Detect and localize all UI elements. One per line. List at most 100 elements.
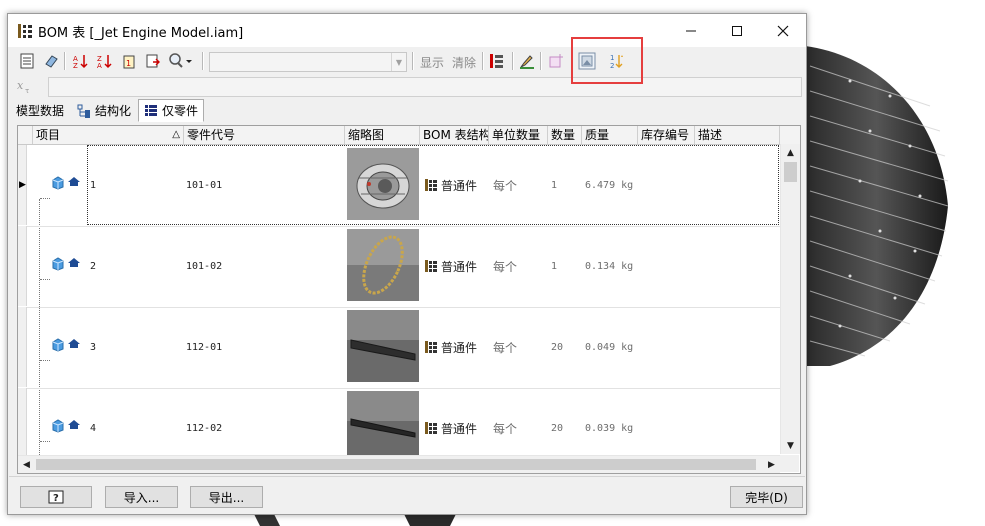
part-cube-icon	[52, 419, 64, 433]
renumber-icon: 1	[123, 55, 135, 69]
table-row[interactable]: ▶ 1 101-01 普通件 每个 1 6.479 kg	[18, 145, 780, 227]
cell-bom-structure: 普通件	[424, 307, 477, 387]
add-item-button[interactable]	[545, 50, 567, 72]
eraser-button[interactable]	[40, 50, 62, 72]
thumbnail-engine-assembly	[347, 148, 419, 220]
highlight-annotation	[571, 37, 643, 84]
sort-ascending-button[interactable]: AZ	[70, 50, 92, 72]
vertical-scroll-thumb[interactable]	[784, 162, 797, 182]
horizontal-scrollbar[interactable]: ◀ ▶	[18, 455, 780, 473]
scroll-up-arrow-icon[interactable]: ▲	[781, 144, 800, 161]
bom-grid: 项目 △ 零件代号 缩略图 BOM 表结构 单位数量 数量 质量 库存编号 描述…	[17, 125, 801, 474]
column-header-part-number[interactable]: 零件代号	[184, 126, 345, 144]
table-row[interactable]: 3 112-01 普通件 每个 20 0.049 kg	[18, 307, 780, 389]
cell-part-number: 112-01	[186, 341, 223, 353]
clear-button[interactable]: 清除	[452, 54, 476, 71]
row-selector[interactable]	[18, 226, 27, 306]
cell-item: 1	[90, 179, 97, 191]
cell-qty: 20	[551, 341, 564, 353]
help-icon: ?	[48, 490, 64, 504]
svg-text:A: A	[97, 62, 102, 69]
bom-app-icon	[18, 24, 32, 38]
help-button[interactable]: ?	[20, 486, 92, 508]
row-selector[interactable]: ▶	[18, 145, 27, 225]
horizontal-scroll-thumb[interactable]	[36, 459, 756, 470]
part-hat-icon	[68, 420, 80, 429]
vertical-scrollbar[interactable]: ▲ ▼	[780, 144, 800, 454]
close-button[interactable]	[760, 14, 806, 47]
edit-property-button[interactable]	[516, 50, 538, 72]
table-row[interactable]: 2 101-02 普通件 每个 1 0.134 kg	[18, 226, 780, 308]
bom-structure-label: 普通件	[441, 340, 478, 355]
grid-header: 项目 △ 零件代号 缩略图 BOM 表结构 单位数量 数量 质量 库存编号 描述	[18, 126, 800, 145]
column-header-description[interactable]: 描述	[695, 126, 780, 144]
show-button[interactable]: 显示	[420, 54, 444, 71]
column-header-unit-qty[interactable]: 单位数量	[489, 126, 548, 144]
column-header-stock-number[interactable]: 库存编号	[638, 126, 695, 144]
formula-field[interactable]	[48, 77, 802, 97]
part-hat-icon	[68, 177, 80, 186]
column-header-mass[interactable]: 质量	[582, 126, 638, 144]
bom-structure-label: 普通件	[441, 421, 478, 436]
part-icons	[51, 419, 81, 433]
part-cube-icon	[52, 257, 64, 271]
magnifier-icon	[169, 53, 192, 68]
column-header-qty[interactable]: 数量	[548, 126, 582, 144]
export-bom-icon	[146, 54, 160, 68]
close-icon	[777, 25, 789, 36]
bom-structure-icon	[490, 54, 503, 68]
cell-part-number: 101-02	[186, 260, 223, 272]
chevron-down-icon[interactable]: ▼	[391, 53, 406, 71]
bom-properties-button[interactable]	[16, 50, 38, 72]
column-header-bom-structure[interactable]: BOM 表结构	[420, 126, 489, 144]
scroll-right-arrow-icon[interactable]: ▶	[763, 456, 780, 473]
row-selector[interactable]	[18, 307, 27, 387]
cell-mass: 0.049 kg	[585, 341, 634, 353]
scroll-left-arrow-icon[interactable]: ◀	[18, 456, 35, 473]
normal-part-icon	[425, 422, 437, 434]
part-hat-icon	[68, 339, 80, 348]
view-combo[interactable]: ▼	[209, 52, 407, 72]
bom-properties-icon	[20, 53, 34, 69]
scroll-down-arrow-icon[interactable]: ▼	[781, 437, 800, 454]
sort-descending-icon: ZA	[97, 55, 112, 69]
header-row-selector	[18, 126, 33, 144]
background-model-render	[805, 46, 949, 366]
svg-text:τ: τ	[25, 87, 29, 95]
tab-model-data[interactable]: 模型数据	[10, 100, 70, 121]
part-cube-icon	[52, 338, 64, 352]
column-header-item[interactable]: 项目 △	[33, 126, 184, 144]
bom-dialog: BOM 表 [_Jet Engine Model.iam] AZ ZA 1 ▼ …	[7, 13, 807, 515]
title-bar[interactable]: BOM 表 [_Jet Engine Model.iam]	[8, 14, 806, 47]
cell-mass: 0.134 kg	[585, 260, 634, 272]
column-header-thumbnail[interactable]: 缩略图	[345, 126, 420, 144]
normal-part-icon	[425, 179, 437, 191]
minimize-button[interactable]	[668, 14, 714, 47]
eraser-icon	[45, 55, 58, 68]
sort-ascending-icon: AZ	[73, 55, 88, 69]
import-button[interactable]: 导入...	[105, 486, 178, 508]
cell-item: 3	[90, 341, 97, 353]
normal-part-icon	[425, 260, 437, 272]
done-button[interactable]: 完毕(D)	[730, 486, 803, 508]
maximize-button[interactable]	[714, 14, 760, 47]
part-icons	[51, 176, 81, 190]
cell-qty: 1	[551, 179, 558, 191]
cell-bom-structure: 普通件	[424, 226, 477, 306]
cell-bom-structure: 普通件	[424, 145, 477, 225]
formula-icon: xτ	[17, 79, 29, 95]
cell-qty: 1	[551, 260, 558, 272]
tab-parts-only[interactable]: 仅零件	[138, 99, 205, 122]
current-row-arrow-icon: ▶	[19, 180, 26, 190]
cell-unit-qty: 每个	[493, 340, 518, 355]
structure-icon	[77, 104, 90, 118]
renumber-button[interactable]: 1	[118, 50, 140, 72]
fx-button[interactable]: xτ	[14, 77, 38, 97]
sort-descending-button[interactable]: ZA	[94, 50, 116, 72]
find-dropdown-button[interactable]	[166, 50, 196, 72]
minimize-icon	[686, 30, 696, 31]
bom-structure-button[interactable]	[486, 50, 508, 72]
export-button[interactable]: 导出...	[190, 486, 263, 508]
export-bom-button[interactable]	[142, 50, 164, 72]
tab-structured[interactable]: 结构化	[71, 100, 137, 121]
